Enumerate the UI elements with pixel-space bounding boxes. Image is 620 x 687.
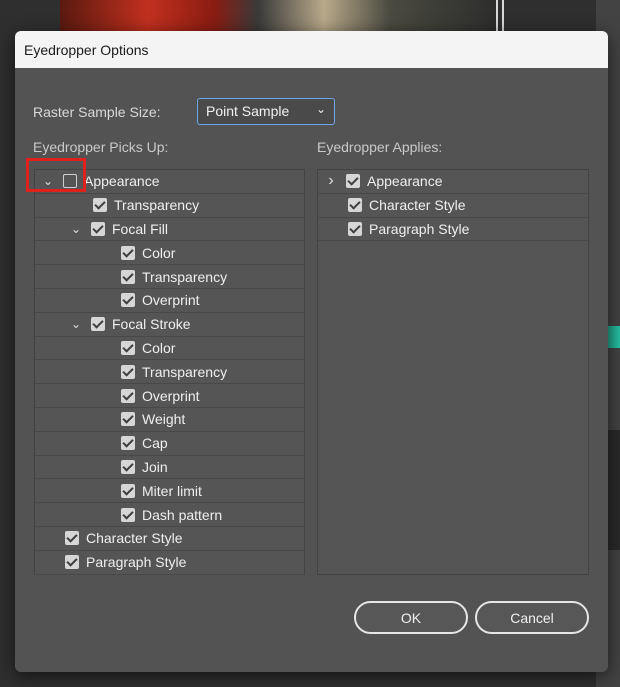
tree-row-label: Focal Fill — [112, 220, 169, 237]
checkbox-checked[interactable] — [121, 459, 135, 474]
applies-tree: › Appearance Character Style Paragraph Styl… — [317, 169, 589, 575]
tree-row-label: Appearance — [84, 173, 160, 190]
tree-row: Transparency — [35, 265, 304, 289]
picks-up-label: Eyedropper Picks Up: — [33, 139, 169, 155]
tree-row: Transparency — [35, 194, 304, 218]
tree-row: Transparency — [35, 360, 304, 385]
tree-row-label: Character Style — [369, 197, 466, 214]
tree-row: ⌄ Focal Stroke — [35, 313, 304, 337]
checkbox-checked[interactable] — [121, 269, 135, 284]
checkbox-checked[interactable] — [121, 364, 135, 379]
checkbox-checked[interactable] — [121, 388, 135, 403]
tree-row: Character Style — [35, 527, 304, 551]
checkbox-checked[interactable] — [348, 198, 362, 213]
tree-row-label: Character Style — [86, 530, 183, 547]
tree-row: Weight — [35, 408, 304, 432]
ok-button[interactable]: OK — [354, 601, 468, 634]
chevron-down-icon: ⌄ — [315, 102, 326, 116]
tree-row: ⌄ Focal Fill — [35, 218, 304, 242]
tree-row-label: Paragraph Style — [369, 220, 470, 237]
tree-row-label: Transparency — [142, 268, 228, 285]
checkbox-checked[interactable] — [121, 436, 135, 451]
chevron-right-icon[interactable]: › — [324, 172, 338, 190]
checkbox-checked[interactable] — [121, 293, 135, 308]
cancel-button[interactable]: Cancel — [475, 601, 589, 634]
raster-sample-size-label: Raster Sample Size: — [33, 104, 161, 120]
tree-row-label: Transparency — [142, 363, 228, 380]
tree-row-label: Cap — [142, 435, 168, 452]
tree-row-label: Weight — [142, 411, 186, 428]
tree-row: Dash pattern — [35, 503, 304, 527]
checkbox-checked[interactable] — [91, 221, 105, 236]
checkbox-checked[interactable] — [121, 245, 135, 260]
checkbox-checked[interactable] — [65, 531, 79, 546]
tree-row-label: Dash pattern — [142, 506, 223, 523]
annotation-highlight-box — [26, 158, 86, 192]
tree-row: Join — [35, 456, 304, 480]
tree-row-label: Overprint — [142, 292, 200, 309]
tree-row-label: Join — [142, 458, 168, 475]
chevron-down-icon[interactable]: ⌄ — [69, 317, 83, 331]
tree-row: › Appearance — [318, 170, 588, 194]
tree-row: Miter limit — [35, 479, 304, 504]
tree-row-label: Paragraph Style — [86, 554, 187, 571]
checkbox-checked[interactable] — [121, 412, 135, 427]
tree-row: Color — [35, 241, 304, 266]
eyedropper-options-dialog: Eyedropper Options Raster Sample Size: P… — [15, 31, 608, 672]
checkbox-unchecked[interactable] — [63, 174, 77, 189]
applies-label: Eyedropper Applies: — [317, 139, 443, 155]
raster-sample-size-value: Point Sample — [206, 103, 290, 119]
tree-row: Overprint — [35, 384, 304, 408]
tree-row: Color — [35, 337, 304, 361]
tree-row: Cap — [35, 432, 304, 456]
raster-sample-size-row: Raster Sample Size: Point Sample ⌄ — [33, 98, 335, 125]
tree-row-label: Overprint — [142, 387, 200, 404]
tree-row-label: Transparency — [114, 197, 200, 214]
tree-row: Paragraph Style — [318, 218, 588, 242]
picks-up-tree: ⌄ Appearance Transparency ⌄ Focal Fill Color T… — [26, 158, 305, 575]
tree-row-label: Appearance — [367, 173, 443, 190]
checkbox-checked[interactable] — [348, 221, 362, 236]
tree-row-label: Color — [142, 244, 176, 261]
checkbox-checked[interactable] — [65, 555, 79, 570]
tree-row-label: Focal Stroke — [112, 316, 191, 333]
checkbox-checked[interactable] — [91, 317, 105, 332]
tree-row: Character Style — [318, 194, 588, 218]
tree-row: Overprint — [35, 289, 304, 313]
raster-sample-size-select[interactable]: Point Sample ⌄ — [197, 98, 335, 125]
dialog-title: Eyedropper Options — [15, 31, 608, 68]
tree-row: Paragraph Style — [35, 551, 304, 575]
checkbox-checked[interactable] — [93, 198, 107, 213]
checkbox-checked[interactable] — [121, 483, 135, 498]
tree-row-label: Color — [142, 339, 176, 356]
checkbox-checked[interactable] — [121, 340, 135, 355]
tree-row-label: Miter limit — [142, 482, 202, 499]
chevron-down-icon[interactable]: ⌄ — [41, 174, 55, 188]
tree-row: ⌄ Appearance — [26, 158, 304, 194]
checkbox-checked[interactable] — [346, 174, 360, 189]
checkbox-checked[interactable] — [121, 507, 135, 522]
chevron-down-icon[interactable]: ⌄ — [69, 222, 83, 236]
